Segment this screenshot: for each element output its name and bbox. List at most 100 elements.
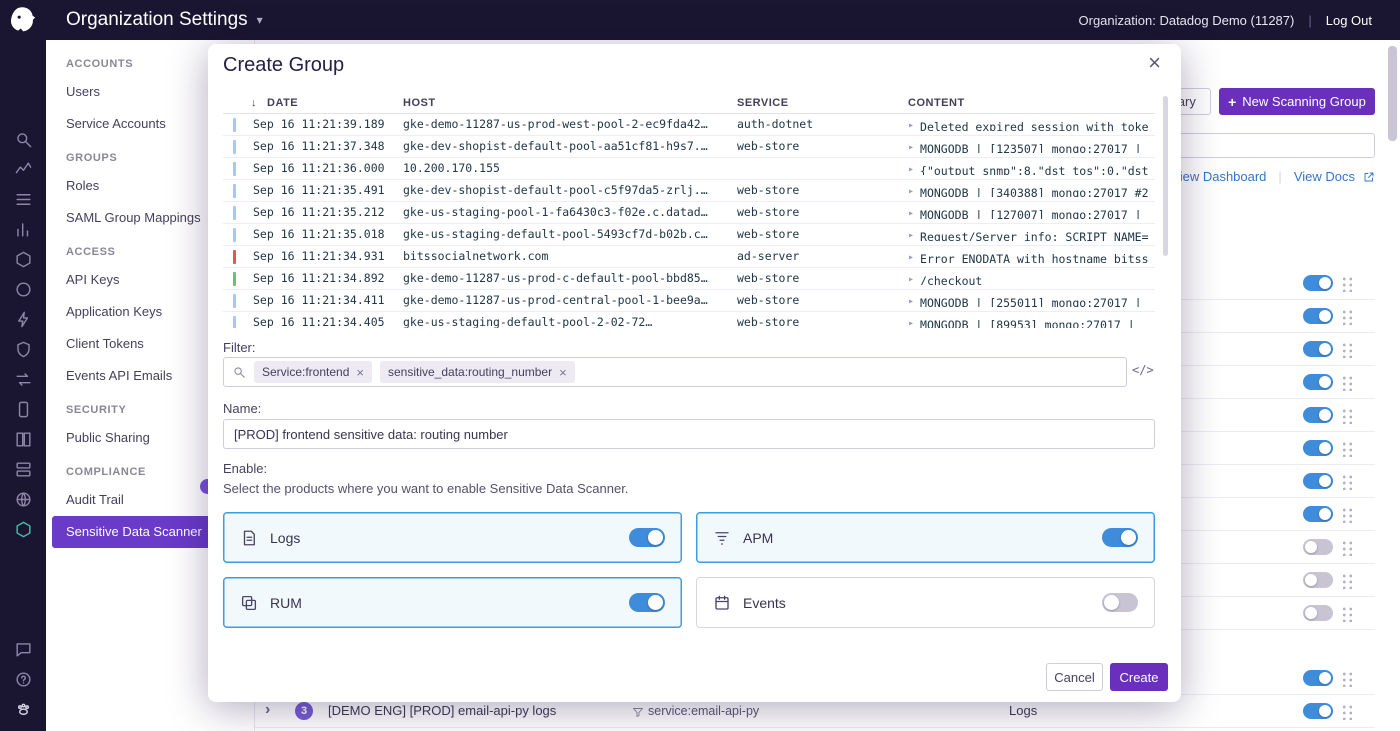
product-toggle[interactable] bbox=[629, 528, 665, 547]
group-enabled-toggle[interactable] bbox=[1303, 506, 1333, 522]
expand-caret-icon[interactable]: ▸ bbox=[908, 164, 914, 175]
dashboards-icon[interactable] bbox=[14, 460, 33, 479]
expand-caret-icon[interactable]: ▸ bbox=[908, 296, 914, 307]
group-enabled-toggle[interactable] bbox=[1303, 473, 1333, 489]
product-card-events[interactable]: Events bbox=[696, 577, 1155, 628]
log-row[interactable]: Sep 16 11:21:34.411 gke-demo-11287-us-pr… bbox=[223, 290, 1155, 312]
drag-handle-icon[interactable] bbox=[1340, 341, 1353, 358]
product-toggle[interactable] bbox=[1102, 528, 1138, 547]
network-icon[interactable] bbox=[14, 490, 33, 509]
datadog-logo[interactable] bbox=[5, 3, 41, 39]
view-docs-link[interactable]: View Docs bbox=[1294, 169, 1355, 184]
drag-handle-icon[interactable] bbox=[1340, 440, 1353, 457]
chat-icon[interactable] bbox=[14, 640, 33, 659]
remove-filter-icon[interactable]: × bbox=[559, 366, 567, 379]
close-icon[interactable]: × bbox=[1148, 52, 1161, 74]
rule-count-badge: 3 bbox=[295, 702, 313, 720]
log-row[interactable]: Sep 16 11:21:35.212 gke-us-staging-pool-… bbox=[223, 202, 1155, 224]
synthetics-icon[interactable] bbox=[14, 280, 33, 299]
drag-handle-icon[interactable] bbox=[1340, 506, 1353, 523]
expand-caret-icon[interactable]: ▸ bbox=[908, 230, 914, 241]
log-row[interactable]: Sep 16 11:21:35.018 gke-us-staging-defau… bbox=[223, 224, 1155, 246]
product-label: APM bbox=[743, 530, 773, 546]
log-date: Sep 16 11:21:34.892 bbox=[253, 271, 401, 285]
events-product-icon bbox=[713, 594, 731, 612]
log-row[interactable]: Sep 16 11:21:34.405 gke-us-staging-defau… bbox=[223, 312, 1155, 328]
product-card-apm[interactable]: APM bbox=[696, 512, 1155, 563]
code-view-icon[interactable]: </> bbox=[1132, 363, 1154, 377]
integrations-icon[interactable] bbox=[14, 370, 33, 389]
filter-input[interactable]: Service:frontend× sensitive_data:routing… bbox=[223, 357, 1127, 387]
log-content: ▸Error ENODATA with hostname bitss bbox=[908, 249, 1155, 263]
rum-icon[interactable] bbox=[14, 310, 33, 329]
drag-handle-icon[interactable] bbox=[1340, 275, 1353, 292]
page-scrollbar[interactable] bbox=[1388, 46, 1397, 141]
remove-filter-icon[interactable]: × bbox=[356, 366, 364, 379]
col-date[interactable]: DATE bbox=[267, 97, 298, 109]
drag-handle-icon[interactable] bbox=[1340, 473, 1353, 490]
new-scanning-group-button[interactable]: + New Scanning Group bbox=[1219, 88, 1375, 115]
group-enabled-toggle[interactable] bbox=[1303, 308, 1333, 324]
log-content: ▸MONGODB | [123507] mongo:27017 | bbox=[908, 139, 1155, 153]
group-enabled-toggle[interactable] bbox=[1303, 407, 1333, 423]
group-enabled-toggle[interactable] bbox=[1303, 374, 1333, 390]
cancel-button[interactable]: Cancel bbox=[1046, 663, 1103, 691]
expand-caret-icon[interactable]: ▸ bbox=[908, 186, 914, 197]
col-host[interactable]: HOST bbox=[403, 97, 436, 109]
group-enabled-toggle[interactable] bbox=[1303, 703, 1333, 719]
drag-handle-icon[interactable] bbox=[1340, 605, 1353, 622]
notebooks-icon[interactable] bbox=[14, 430, 33, 449]
drag-handle-icon[interactable] bbox=[1340, 670, 1353, 687]
status-level-bar bbox=[233, 118, 236, 132]
group-enabled-toggle[interactable] bbox=[1303, 341, 1333, 357]
log-row[interactable]: Sep 16 11:21:35.491 gke-dev-shopist-defa… bbox=[223, 180, 1155, 202]
log-row[interactable]: Sep 16 11:21:36.000 10.200.170.155 ▸{"ou… bbox=[223, 158, 1155, 180]
group-enabled-toggle[interactable] bbox=[1303, 440, 1333, 456]
search-icon[interactable] bbox=[14, 130, 33, 149]
drag-handle-icon[interactable] bbox=[1340, 374, 1353, 391]
log-row[interactable]: Sep 16 11:21:37.348 gke-dev-shopist-defa… bbox=[223, 136, 1155, 158]
security-icon[interactable] bbox=[14, 340, 33, 359]
product-card-logs[interactable]: Logs bbox=[223, 512, 682, 563]
group-name-input[interactable] bbox=[223, 419, 1155, 449]
group-enabled-toggle[interactable] bbox=[1303, 605, 1333, 621]
expand-caret-icon[interactable]: ▸ bbox=[908, 274, 914, 285]
mobile-icon[interactable] bbox=[14, 400, 33, 419]
metrics-icon[interactable] bbox=[14, 220, 33, 239]
expand-caret-icon[interactable]: ▸ bbox=[908, 208, 914, 219]
sort-desc-icon[interactable]: ↓ bbox=[251, 97, 257, 109]
expand-caret-icon[interactable]: ▸ bbox=[908, 252, 914, 263]
group-enabled-toggle[interactable] bbox=[1303, 670, 1333, 686]
product-card-rum[interactable]: RUM bbox=[223, 577, 682, 628]
drag-handle-icon[interactable] bbox=[1340, 572, 1353, 589]
bits-dog-icon[interactable] bbox=[14, 700, 33, 719]
group-enabled-toggle[interactable] bbox=[1303, 275, 1333, 291]
log-management-icon[interactable] bbox=[14, 190, 33, 209]
drag-handle-icon[interactable] bbox=[1340, 308, 1353, 325]
log-row[interactable]: Sep 16 11:21:34.892 gke-demo-11287-us-pr… bbox=[223, 268, 1155, 290]
logout-link[interactable]: Log Out bbox=[1326, 13, 1372, 28]
col-service[interactable]: SERVICE bbox=[737, 97, 789, 109]
product-toggle[interactable] bbox=[629, 593, 665, 612]
create-button[interactable]: Create bbox=[1110, 663, 1168, 691]
help-icon[interactable] bbox=[14, 670, 33, 689]
log-row[interactable]: Sep 16 11:21:39.189 gke-demo-11287-us-pr… bbox=[223, 114, 1155, 136]
drag-handle-icon[interactable] bbox=[1340, 539, 1353, 556]
expand-chevron-icon[interactable]: › bbox=[265, 701, 270, 719]
expand-caret-icon[interactable]: ▸ bbox=[908, 142, 914, 153]
infrastructure-icon[interactable] bbox=[14, 250, 33, 269]
watchdog-icon[interactable] bbox=[14, 160, 33, 179]
group-enabled-toggle[interactable] bbox=[1303, 572, 1333, 588]
modal-scrollbar[interactable] bbox=[1163, 96, 1168, 256]
scanner-icon[interactable] bbox=[14, 520, 33, 539]
col-content[interactable]: CONTENT bbox=[908, 97, 965, 109]
drag-handle-icon[interactable] bbox=[1340, 407, 1353, 424]
log-row[interactable]: Sep 16 11:21:34.931 bitssocialnetwork.co… bbox=[223, 246, 1155, 268]
expand-caret-icon[interactable]: ▸ bbox=[908, 318, 914, 328]
product-toggle[interactable] bbox=[1102, 593, 1138, 612]
drag-handle-icon[interactable] bbox=[1340, 703, 1353, 720]
group-enabled-toggle[interactable] bbox=[1303, 539, 1333, 555]
view-dashboard-link[interactable]: View Dashboard bbox=[1171, 169, 1266, 184]
expand-caret-icon[interactable]: ▸ bbox=[908, 120, 914, 131]
chevron-down-icon[interactable]: ▾ bbox=[257, 13, 263, 27]
